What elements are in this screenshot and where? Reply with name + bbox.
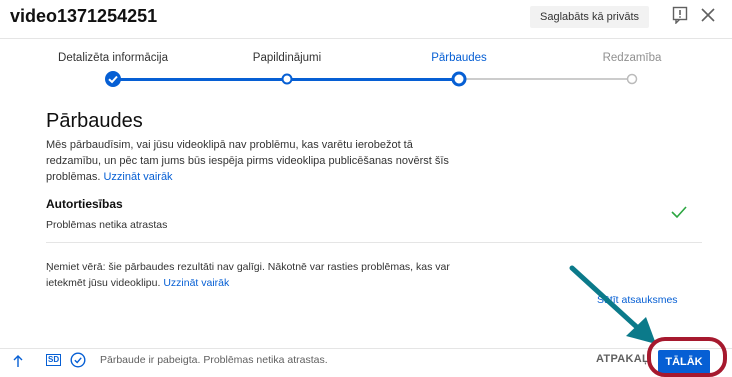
copyright-ok-check-icon [671, 206, 687, 219]
results-note: Ņemiet vērā: šie pārbaudes rezultāti nav… [46, 259, 466, 291]
step-label-checks[interactable]: Pārbaudes [431, 52, 487, 64]
step-label-details[interactable]: Detalizēta informācija [58, 52, 168, 64]
step-node-active-icon[interactable] [451, 71, 467, 87]
section-divider [46, 242, 702, 243]
dialog-footer: SD Pārbaude ir pabeigta. Problēmas netik… [0, 348, 732, 374]
step-label-visibility: Redzamība [602, 52, 662, 64]
footer-status-text: Pārbaude ir pabeigta. Problēmas netika a… [100, 354, 328, 366]
saved-private-badge[interactable]: Saglabāts kā privāts [530, 6, 650, 28]
upload-arrow-icon [13, 355, 23, 367]
step-label-elements[interactable]: Papildinājumi [253, 52, 321, 64]
section-title: Pārbaudes [46, 110, 143, 132]
note-learn-more-link[interactable]: Uzzināt vairāk [163, 277, 229, 289]
alert-feedback-icon[interactable] [672, 6, 688, 24]
copyright-status: Problēmas netika atrastas [46, 219, 168, 231]
annotation-highlight-ring [647, 337, 727, 377]
stepper-track-pending [459, 78, 632, 80]
step-node-elements-icon[interactable] [281, 73, 293, 85]
sd-quality-badge: SD [46, 354, 62, 366]
results-note-text: Ņemiet vērā: šie pārbaudes rezultāti nav… [46, 261, 450, 289]
step-node-disabled-icon [626, 73, 638, 85]
step-done-check-icon[interactable] [104, 70, 122, 88]
back-button[interactable]: ATPAKAĻ [596, 353, 649, 365]
progress-stepper: Detalizēta informācija Papildinājumi Pār… [0, 40, 732, 100]
checks-intro: Mēs pārbaudīsim, vai jūsu videoklipā nav… [46, 137, 466, 185]
dialog-title: video1371254251 [10, 6, 158, 26]
checks-complete-icon [70, 352, 86, 368]
dialog-header: video1371254251 Saglabāts kā privāts [0, 0, 732, 39]
close-icon[interactable] [700, 7, 716, 23]
annotation-arrow-icon [569, 265, 656, 344]
learn-more-link[interactable]: Uzzināt vairāk [103, 171, 172, 183]
copyright-heading: Autortiesības [46, 197, 123, 211]
